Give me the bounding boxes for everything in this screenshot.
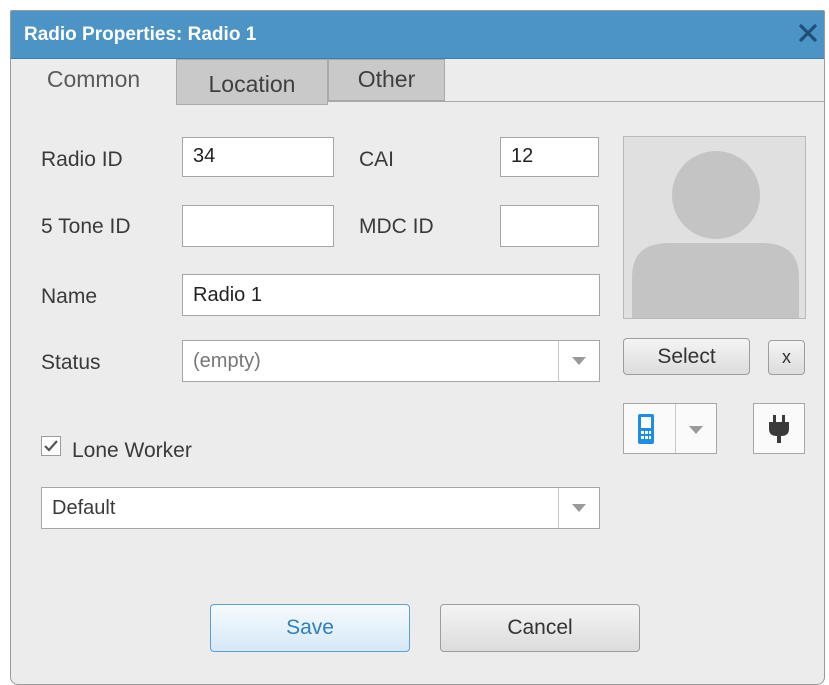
close-icon[interactable] xyxy=(796,21,820,45)
name-field[interactable]: Radio 1 xyxy=(182,274,600,316)
lone-worker-label[interactable]: Lone Worker xyxy=(72,439,192,463)
chevron-down-icon xyxy=(572,357,586,365)
dialog-title: Radio Properties: Radio 1 xyxy=(24,24,257,45)
five-tone-id-label: 5 Tone ID xyxy=(41,215,131,238)
remove-photo-button[interactable]: x xyxy=(768,340,805,375)
status-dropdown[interactable]: (empty) xyxy=(182,340,600,382)
device-type-selector[interactable] xyxy=(623,403,717,454)
radio-photo xyxy=(623,136,806,319)
tab-location-label: Location xyxy=(208,71,296,97)
plug-icon xyxy=(767,414,791,449)
chevron-down-icon[interactable] xyxy=(688,423,704,441)
tab-common[interactable]: Common xyxy=(11,59,176,115)
mdc-id-field[interactable] xyxy=(500,205,599,247)
tab-location[interactable]: Location xyxy=(176,59,328,105)
mdc-id-label: MDC ID xyxy=(359,215,434,238)
tab-other-label: Other xyxy=(357,66,416,92)
lone-worker-checkbox[interactable] xyxy=(41,436,61,456)
status-dropdown-arrow[interactable] xyxy=(558,341,599,381)
chevron-down-icon xyxy=(572,504,586,512)
radio-id-label: Radio ID xyxy=(41,148,123,171)
tab-bar: Common Location Other xyxy=(11,59,824,115)
name-label: Name xyxy=(41,285,98,308)
lone-worker-profile-dropdown-arrow[interactable] xyxy=(558,488,599,528)
radio-id-field[interactable]: 34 xyxy=(182,137,334,177)
lone-worker-profile-dropdown[interactable]: Default xyxy=(41,487,600,529)
tab-strip-background xyxy=(443,59,824,101)
selector-divider xyxy=(675,404,676,453)
cai-field[interactable]: 12 xyxy=(500,137,599,177)
select-photo-button[interactable]: Select xyxy=(623,338,750,375)
title-bar[interactable]: Radio Properties: Radio 1 xyxy=(11,11,824,59)
status-value: (empty) xyxy=(193,350,261,372)
save-button[interactable]: Save xyxy=(210,604,410,652)
cai-label: CAI xyxy=(359,148,395,171)
avatar-placeholder-icon xyxy=(632,151,799,318)
radio-device-icon xyxy=(636,413,656,450)
plug-button[interactable] xyxy=(753,403,805,454)
cancel-button[interactable]: Cancel xyxy=(440,604,640,652)
lone-worker-profile-value: Default xyxy=(52,497,116,519)
five-tone-id-field[interactable] xyxy=(182,205,334,247)
tab-common-label: Common xyxy=(46,66,141,92)
status-label: Status xyxy=(41,351,101,374)
checkmark-icon xyxy=(44,440,58,452)
tab-other[interactable]: Other xyxy=(328,59,445,101)
radio-properties-dialog: Radio Properties: Radio 1 Common Locatio… xyxy=(10,10,825,685)
